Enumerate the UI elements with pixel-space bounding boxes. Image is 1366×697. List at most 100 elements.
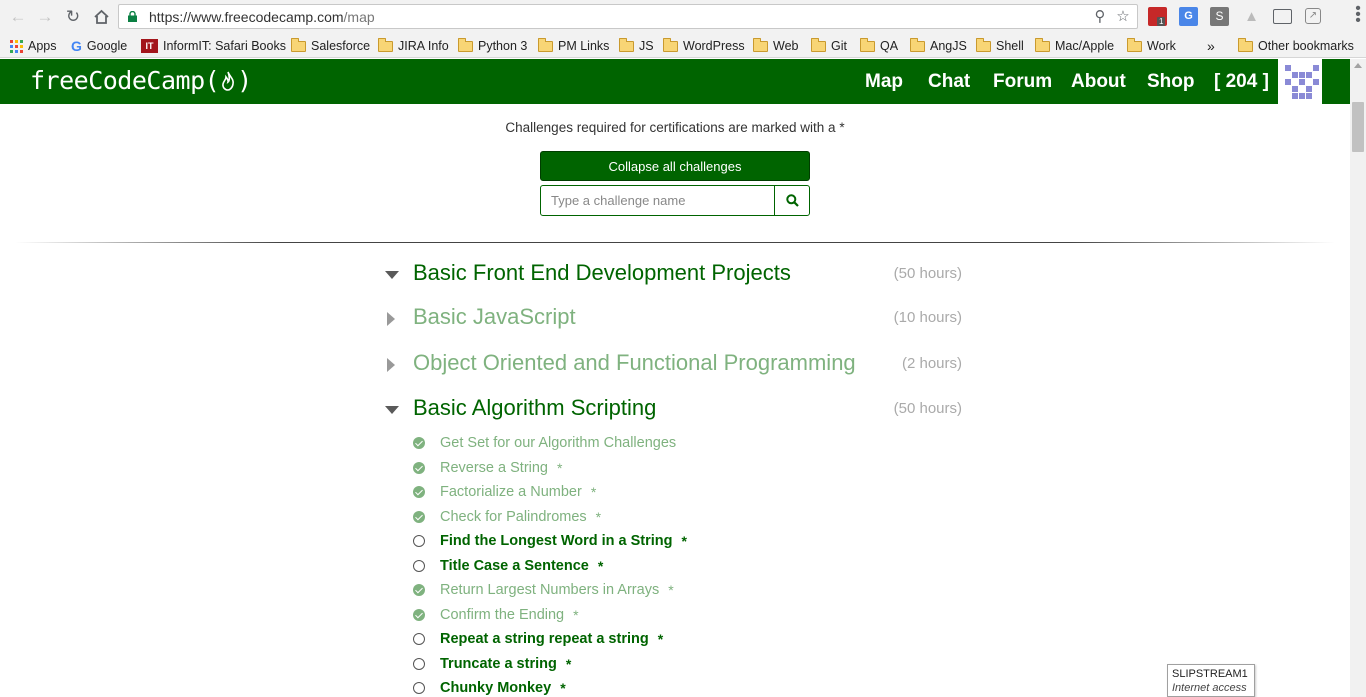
bookmark-python-3[interactable]: Python 3 xyxy=(458,37,527,55)
bookmark-web[interactable]: Web xyxy=(753,37,798,55)
challenge-item[interactable]: Chunky Monkey * xyxy=(413,677,566,697)
challenge-name: Reverse a String xyxy=(440,460,548,476)
folder-icon xyxy=(976,37,991,52)
challenge-item[interactable]: Confirm the Ending * xyxy=(413,604,579,626)
challenge-item[interactable]: Repeat a string repeat a string * xyxy=(413,628,663,650)
nav-shop[interactable]: Shop xyxy=(1147,71,1195,93)
zoom-icon[interactable]: ⚲ xyxy=(1091,8,1109,26)
required-marker: * xyxy=(668,582,674,598)
bookmark-mac-apple[interactable]: Mac/Apple xyxy=(1035,37,1114,55)
scrollbar-thumb[interactable] xyxy=(1352,102,1364,152)
check-circle-icon xyxy=(413,511,425,523)
bookmark-salesforce[interactable]: Salesforce xyxy=(291,37,370,55)
extension-badge: 1 xyxy=(1157,17,1166,26)
translate-extension-icon[interactable]: G xyxy=(1179,7,1198,26)
bookmark-star-icon[interactable]: ☆ xyxy=(1114,8,1132,26)
bookmark-other-bookmarks[interactable]: Other bookmarks xyxy=(1238,37,1354,55)
bookmark-shell[interactable]: Shell xyxy=(976,37,1024,55)
bookmark-git[interactable]: Git xyxy=(811,37,847,55)
avatar[interactable] xyxy=(1278,59,1322,104)
bookmarks-bar: Apps G Google IT InformIT: Safari Books … xyxy=(0,33,1366,58)
challenge-item[interactable]: Truncate a string * xyxy=(413,653,571,675)
folder-icon xyxy=(1035,37,1050,52)
empty-circle-icon xyxy=(413,535,425,547)
check-circle-icon xyxy=(413,462,425,474)
bookmark-google[interactable]: G Google xyxy=(71,37,127,55)
folder-icon xyxy=(1127,37,1142,52)
stylish-extension-icon[interactable]: S xyxy=(1210,7,1229,26)
folder-icon xyxy=(291,37,306,52)
network-name: SLIPSTREAM1 xyxy=(1172,668,1248,680)
reload-icon[interactable]: ↻ xyxy=(62,6,84,28)
external-extension-icon[interactable]: ↗ xyxy=(1305,8,1321,24)
challenge-item[interactable]: Title Case a Sentence * xyxy=(413,555,603,577)
todo-extension-icon[interactable]: 1 xyxy=(1148,7,1167,26)
flame-icon xyxy=(219,66,237,95)
required-marker: * xyxy=(590,484,597,500)
required-marker: * xyxy=(681,533,687,549)
nav-map[interactable]: Map xyxy=(865,71,903,93)
challenge-name: Confirm the Ending xyxy=(440,607,565,623)
nav-chat[interactable]: Chat xyxy=(928,71,970,93)
bookmark-jira-info[interactable]: JIRA Info xyxy=(378,37,449,55)
challenge-name: Repeat a string repeat a string xyxy=(440,631,649,647)
browser-toolbar: ← → ↻ https://www.freecodecamp.com/map ⚲… xyxy=(0,0,1366,33)
challenge-item[interactable]: Factorialize a Number * xyxy=(413,481,596,503)
points-counter[interactable]: [ 204 ] xyxy=(1214,71,1269,93)
challenge-item[interactable]: Check for Palindromes * xyxy=(413,506,601,528)
challenge-item[interactable]: Return Largest Numbers in Arrays * xyxy=(413,579,674,601)
page-scrollbar[interactable] xyxy=(1350,59,1366,697)
address-bar[interactable]: https://www.freecodecamp.com/map ⚲ ☆ xyxy=(118,4,1138,29)
check-circle-icon xyxy=(413,437,425,449)
challenge-map: Basic Front End Development Projects (50… xyxy=(0,243,1350,697)
bookmark-qa[interactable]: QA xyxy=(860,37,898,55)
fcc-logo[interactable]: freeCodeCamp() xyxy=(30,66,252,95)
certification-note: Challenges required for certifications a… xyxy=(505,120,845,135)
bookmark-apps[interactable]: Apps xyxy=(10,37,57,55)
network-status: Internet access xyxy=(1172,682,1247,694)
block-title: Basic Algorithm Scripting xyxy=(413,395,657,420)
challenge-name: Truncate a string xyxy=(440,656,557,672)
forward-arrow-icon[interactable]: → xyxy=(34,6,56,28)
bookmark-work[interactable]: Work xyxy=(1127,37,1176,55)
search-button[interactable] xyxy=(774,186,809,215)
chrome-menu-icon[interactable]: • • • xyxy=(1355,1,1361,29)
home-icon[interactable] xyxy=(90,6,112,28)
empty-circle-icon xyxy=(413,682,425,694)
block-basic-algorithm-scripting[interactable]: Basic Algorithm Scripting (50 hours) xyxy=(385,395,965,427)
challenge-name: Find the Longest Word in a String xyxy=(440,533,673,549)
block-basic-javascript[interactable]: Basic JavaScript (10 hours) xyxy=(385,304,965,336)
required-marker: * xyxy=(595,509,602,525)
challenge-search xyxy=(540,185,810,216)
bookmark-js[interactable]: JS xyxy=(619,37,654,55)
url-text: https://www.freecodecamp.com/map xyxy=(149,9,375,25)
back-arrow-icon[interactable]: ← xyxy=(7,6,29,28)
bookmark-informit[interactable]: IT InformIT: Safari Books xyxy=(141,37,286,55)
cast-icon[interactable] xyxy=(1273,9,1292,24)
fcc-navbar: freeCodeCamp() Map Chat Forum About Shop… xyxy=(0,59,1350,104)
bookmark-wordpress[interactable]: WordPress xyxy=(663,37,745,55)
bookmarks-overflow-button[interactable]: » xyxy=(1207,37,1215,55)
required-marker: * xyxy=(573,607,579,623)
google-icon: G xyxy=(71,38,82,54)
challenge-item[interactable]: Find the Longest Word in a String * xyxy=(413,530,687,552)
search-icon xyxy=(785,194,799,207)
nav-forum[interactable]: Forum xyxy=(993,71,1052,93)
required-marker: * xyxy=(557,460,563,476)
challenge-item[interactable]: Reverse a String * xyxy=(413,457,562,479)
bookmark-angjs[interactable]: AngJS xyxy=(910,37,967,55)
block-title: Basic JavaScript xyxy=(413,304,576,329)
bookmark-pm-links[interactable]: PM Links xyxy=(538,37,609,55)
scroll-up-arrow-icon[interactable] xyxy=(1354,63,1362,68)
block-basic-front-end-projects[interactable]: Basic Front End Development Projects (50… xyxy=(385,260,965,292)
challenge-item[interactable]: Get Set for our Algorithm Challenges xyxy=(413,432,676,454)
challenge-search-input[interactable] xyxy=(541,186,774,215)
collapse-all-button[interactable]: Collapse all challenges xyxy=(540,151,810,181)
challenge-name: Chunky Monkey xyxy=(440,680,552,696)
block-object-oriented-functional[interactable]: Object Oriented and Functional Programmi… xyxy=(385,350,965,382)
challenge-name: Check for Palindromes xyxy=(440,509,587,525)
nav-about[interactable]: About xyxy=(1071,71,1126,93)
drive-extension-icon[interactable]: ▲ xyxy=(1242,7,1261,26)
lock-icon xyxy=(128,11,137,22)
folder-icon xyxy=(860,37,875,52)
